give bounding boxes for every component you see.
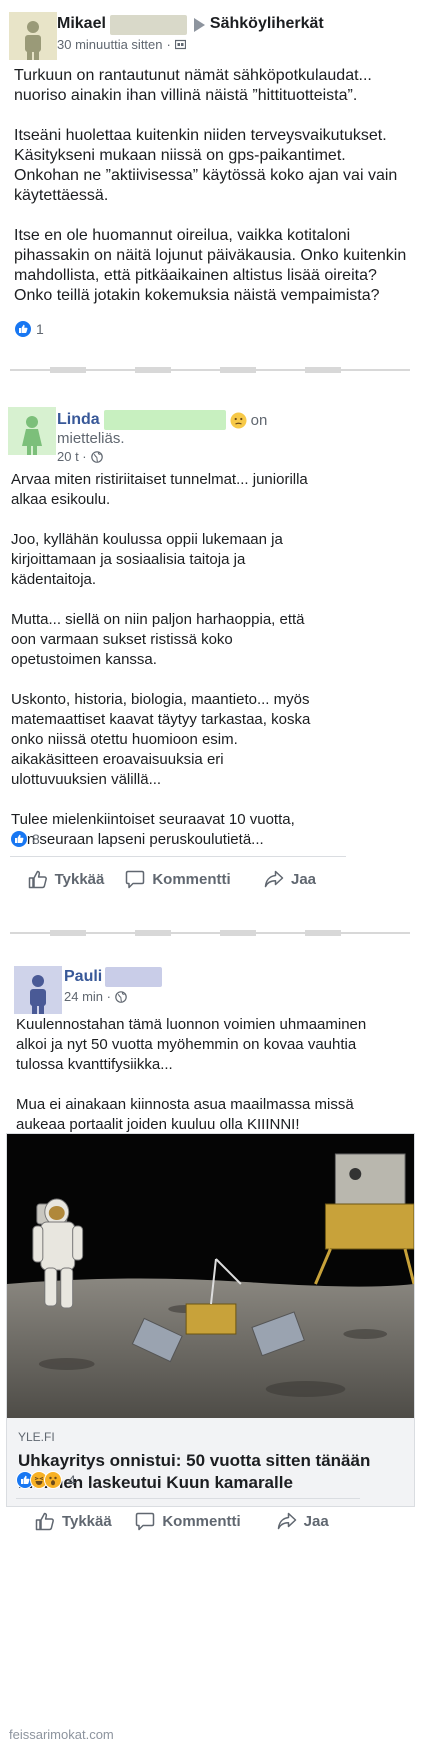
wow-reaction-icon — [44, 1471, 62, 1489]
paragraph: Arvaa miten ristiriitaiset tunnelmat... … — [11, 471, 308, 508]
person-icon — [30, 975, 46, 1014]
action-bar: Tykkää Kommentti Jaa — [10, 856, 346, 901]
status-text: mietteliäs. — [57, 430, 125, 447]
comment-label: Kommentti — [162, 1512, 241, 1530]
post-body: Arvaa miten ristiriitaiset tunnelmat... … — [11, 470, 311, 870]
post-meta: 30 minuuttia sitten · — [57, 37, 186, 52]
group-name[interactable]: Sähköyliherkät — [210, 15, 324, 33]
avatar[interactable] — [14, 966, 62, 1014]
avatar[interactable] — [9, 12, 57, 60]
moon-landing-image — [7, 1134, 414, 1418]
paragraph: Kuulennostahan tämä luonnon voimien uhma… — [16, 1016, 367, 1073]
thumbs-up-icon — [35, 1512, 54, 1530]
post-separator — [10, 930, 410, 936]
post-header: Linda on — [57, 410, 267, 430]
globe-icon — [90, 450, 103, 463]
reaction-count: 1 — [36, 321, 44, 337]
share-label: Jaa — [290, 870, 317, 888]
comment-button[interactable]: Kommentti — [122, 857, 234, 901]
avatar[interactable] — [8, 407, 56, 455]
comment-icon — [126, 870, 145, 888]
meta-dot: · — [166, 37, 171, 52]
site-watermark: feissarimokat.com — [9, 1727, 114, 1742]
reaction-summary[interactable]: 8 — [10, 830, 40, 848]
like-label: Tykkää — [54, 870, 105, 888]
post-header: Mikael Sähköyliherkät — [57, 15, 324, 35]
group-privacy-icon — [174, 39, 186, 50]
paragraph: Joo, kyllähän koulussa oppii lukemaan ja… — [11, 531, 283, 588]
link-preview[interactable]: YLE.FI Uhkayritys onnistui: 50 vuotta si… — [6, 1133, 415, 1507]
share-icon — [277, 1512, 296, 1530]
post-meta: 20 t · — [57, 449, 103, 464]
comment-icon — [136, 1512, 155, 1530]
status-on: on — [250, 411, 268, 429]
author-name[interactable]: Mikael — [57, 15, 106, 33]
comment-button[interactable]: Kommentti — [131, 1499, 246, 1543]
share-button[interactable]: Jaa — [234, 857, 346, 901]
timestamp[interactable]: 24 min · — [64, 989, 111, 1004]
reaction-summary[interactable]: 4 — [16, 1471, 76, 1489]
timestamp[interactable]: 30 minuuttia sitten — [57, 37, 163, 52]
person-icon — [25, 21, 41, 60]
author-name[interactable]: Pauli — [64, 968, 102, 986]
post-separator — [10, 367, 410, 373]
share-button[interactable]: Jaa — [245, 1499, 360, 1543]
name-redaction — [105, 967, 163, 987]
share-label: Jaa — [303, 1512, 329, 1530]
share-icon — [264, 870, 284, 888]
author-name[interactable]: Linda — [57, 411, 100, 429]
paragraph: Itseäni huolettaa kuitenkin niiden terve… — [14, 127, 398, 204]
reaction-count: 8 — [32, 831, 40, 847]
paragraph: Mutta... siellä on niin paljon harhaoppi… — [11, 611, 305, 668]
thumbs-up-icon — [28, 870, 47, 888]
reaction-icons — [16, 1471, 62, 1489]
link-domain: YLE.FI — [18, 1430, 55, 1444]
comment-label: Kommentti — [152, 870, 231, 888]
like-button[interactable]: Tykkää — [10, 857, 122, 901]
paragraph: Itse en ole huomannut oireilua, vaikka k… — [14, 227, 407, 304]
reaction-summary[interactable]: 1 — [14, 320, 44, 338]
timestamp[interactable]: 20 t · — [57, 449, 87, 464]
reaction-count: 4 — [68, 1472, 76, 1488]
name-redaction — [103, 410, 226, 430]
arrow-right-icon — [193, 18, 205, 32]
post-header: Pauli — [64, 967, 163, 987]
name-redaction — [109, 15, 187, 35]
thinking-emoji-icon — [230, 412, 247, 428]
paragraph: Tulee mielenkiintoiset seuraavat 10 vuot… — [11, 811, 295, 848]
paragraph: Uskonto, historia, biologia, maantieto..… — [11, 691, 311, 788]
post-body: Turkuun on rantautunut nämät sähköpotkul… — [14, 66, 410, 326]
like-reaction-icon — [10, 830, 28, 848]
paragraph: Turkuun on rantautunut nämät sähköpotkul… — [14, 67, 372, 104]
action-bar: Tykkää Kommentti Jaa — [16, 1498, 360, 1543]
post-1: Mikael Sähköyliherkät 30 minuuttia sitte… — [0, 0, 421, 380]
post-meta: 24 min · — [64, 989, 127, 1004]
like-reaction-icon — [14, 320, 32, 338]
like-button[interactable]: Tykkää — [16, 1499, 131, 1543]
globe-icon — [115, 990, 127, 1003]
like-label: Tykkää — [61, 1512, 112, 1530]
paragraph: Mua ei ainakaan kiinnosta asua maailmass… — [16, 1096, 354, 1133]
person-icon — [22, 416, 42, 455]
